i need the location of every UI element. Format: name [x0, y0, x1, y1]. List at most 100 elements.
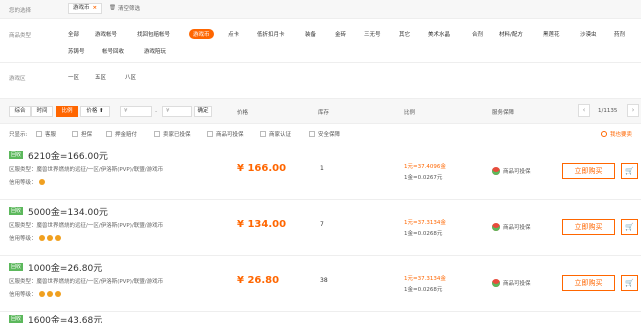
listing-price: ¥ 26.80: [237, 275, 280, 286]
category-sujhu[interactable]: 苏铸号: [68, 47, 85, 55]
check-verified[interactable]: 商家认证: [260, 130, 291, 138]
listing-title[interactable]: 1000金=26.80元: [28, 261, 102, 274]
list-item: 回收 1000金=26.80元 区服类型：魔兽世界燃烧的远征/一区/伊洛斯(PV…: [0, 257, 641, 312]
region-8[interactable]: 八区: [125, 73, 136, 81]
category-potion[interactable]: 药剂: [614, 30, 625, 38]
credit-label: 信用等级：: [9, 292, 37, 298]
category-label: 商品类型: [9, 33, 32, 39]
insurance-icon: [492, 167, 500, 175]
category-recover-account[interactable]: 找回包赔帐号: [137, 30, 170, 38]
buy-now-button[interactable]: 立即购买: [562, 163, 615, 179]
recycle-badge: 回收: [9, 263, 24, 271]
sort-default-button[interactable]: 综合: [9, 106, 31, 117]
recycle-badge: 回收: [9, 207, 24, 215]
category-monthly-card[interactable]: 低折扣月卡: [257, 30, 285, 38]
listing-title[interactable]: 5000金=134.00元: [28, 205, 108, 218]
category-game-coin[interactable]: 游戏币: [189, 29, 214, 39]
listing-title[interactable]: 6210金=166.00元: [28, 149, 108, 162]
region-1[interactable]: 一区: [68, 73, 79, 81]
buy-now-button[interactable]: 立即购买: [562, 275, 615, 291]
credit-level: 信用等级：: [9, 234, 61, 242]
page-info: 1/1135: [598, 108, 618, 114]
clear-filter-button[interactable]: 🗑 清空筛选: [109, 4, 140, 12]
sort-ratio-button[interactable]: 比例: [56, 106, 78, 117]
category-point-card[interactable]: 点卡: [228, 30, 239, 38]
cart-icon[interactable]: 🛒: [621, 163, 638, 179]
check-insurable[interactable]: 商品可投保: [207, 130, 244, 138]
listing-price: ¥ 134.00: [237, 219, 287, 230]
category-no-info[interactable]: 三无号: [364, 30, 381, 38]
price-min-input[interactable]: ¥: [120, 106, 152, 117]
listing-title[interactable]: 1600金=43.68元: [28, 313, 102, 323]
check-seller-insured-label: 卖家已投保: [163, 132, 191, 138]
check-deposit[interactable]: 押金赔付: [106, 130, 137, 138]
category-crystal[interactable]: 美术水晶: [428, 30, 450, 38]
checkbox[interactable]: [260, 131, 266, 137]
selection-row: 您的选择 游戏币 × 🗑 清空筛选: [0, 0, 641, 18]
listing-stock: 38: [320, 277, 328, 284]
region-label: 游戏区: [9, 76, 26, 82]
check-service[interactable]: 客服: [36, 130, 56, 138]
check-security[interactable]: 安全保障: [309, 130, 340, 138]
clear-filter-label: 清空筛选: [117, 6, 140, 12]
checkbox[interactable]: [72, 131, 78, 137]
cart-icon[interactable]: 🛒: [621, 275, 638, 291]
checkbox[interactable]: [106, 131, 112, 137]
next-page-button[interactable]: ›: [627, 104, 639, 117]
prev-page-button[interactable]: ‹: [578, 104, 590, 117]
credit-level: 信用等级：: [9, 178, 45, 186]
col-head-ratio: 比例: [404, 110, 416, 116]
sell-link[interactable]: 我也要卖: [601, 130, 632, 138]
plus-circle-icon: [601, 131, 607, 137]
category-account-recycle[interactable]: 帐号回收: [102, 47, 124, 55]
sort-time-button[interactable]: 时间: [31, 106, 53, 117]
price-separator: -: [155, 108, 158, 115]
list-item: 回收 1600金=43.68元: [0, 313, 641, 323]
checkbox[interactable]: [154, 131, 160, 137]
check-escrow[interactable]: 担保: [72, 130, 92, 138]
region-5[interactable]: 五区: [95, 73, 106, 81]
credit-label: 信用等级：: [9, 180, 37, 186]
category-flask[interactable]: 合剂: [472, 30, 483, 38]
insurable-label: 商品可投保: [503, 281, 531, 287]
insurable-label: 商品可投保: [503, 169, 531, 175]
checkbox[interactable]: [309, 131, 315, 137]
sell-link-label: 我也要卖: [610, 132, 633, 138]
crown-icon: [38, 291, 45, 297]
crown-icon: [46, 291, 53, 297]
checkbox[interactable]: [36, 131, 42, 137]
category-gold-brick[interactable]: 金砖: [335, 30, 346, 38]
checkbox[interactable]: [207, 131, 213, 137]
listing-stock: 1: [320, 165, 324, 172]
price-confirm-button[interactable]: 确定: [194, 106, 212, 117]
check-seller-insured[interactable]: 卖家已投保: [154, 130, 191, 138]
check-insurable-label: 商品可投保: [216, 132, 244, 138]
category-other[interactable]: 其它: [399, 30, 410, 38]
category-lotus[interactable]: 黑莲花: [543, 30, 560, 38]
region-section: 游戏区 一区 五区 八区: [0, 62, 641, 92]
check-service-label: 客服: [45, 132, 57, 138]
category-account[interactable]: 游戏帐号: [95, 30, 117, 38]
credit-level: 信用等级：: [9, 290, 61, 298]
insurable-badge: 商品可投保: [492, 223, 531, 231]
list-item: 回收 5000金=134.00元 区服类型：魔兽世界燃烧的远征/一区/伊洛斯(P…: [0, 201, 641, 256]
price-max-input[interactable]: ¥: [162, 106, 192, 117]
insurance-icon: [492, 223, 500, 231]
listing-stock: 7: [320, 221, 324, 228]
sort-price-button[interactable]: 价格 ⬆: [80, 106, 110, 117]
insurable-label: 商品可投保: [503, 225, 531, 231]
buy-now-button[interactable]: 立即购买: [562, 219, 615, 235]
category-sandworm[interactable]: 沙漠虫: [580, 30, 597, 38]
check-security-label: 安全保障: [318, 132, 341, 138]
selected-tag[interactable]: 游戏币 ×: [68, 3, 103, 14]
category-material[interactable]: 材料/配方: [499, 30, 523, 38]
category-all[interactable]: 全部: [68, 30, 79, 38]
insurance-icon: [492, 279, 500, 287]
cart-icon[interactable]: 🛒: [621, 219, 638, 235]
category-companion[interactable]: 游戏陪玩: [144, 47, 166, 55]
category-equipment[interactable]: 装备: [305, 30, 316, 38]
remove-tag-icon[interactable]: ×: [93, 4, 98, 13]
category-section: 商品类型 全部 游戏帐号 找回包赔帐号 游戏币 点卡 低折扣月卡 装备 金砖 三…: [0, 18, 641, 62]
check-verified-label: 商家认证: [269, 132, 292, 138]
list-item: 回收 6210金=166.00元 区服类型：魔兽世界燃烧的远征/一区/伊洛斯(P…: [0, 145, 641, 200]
